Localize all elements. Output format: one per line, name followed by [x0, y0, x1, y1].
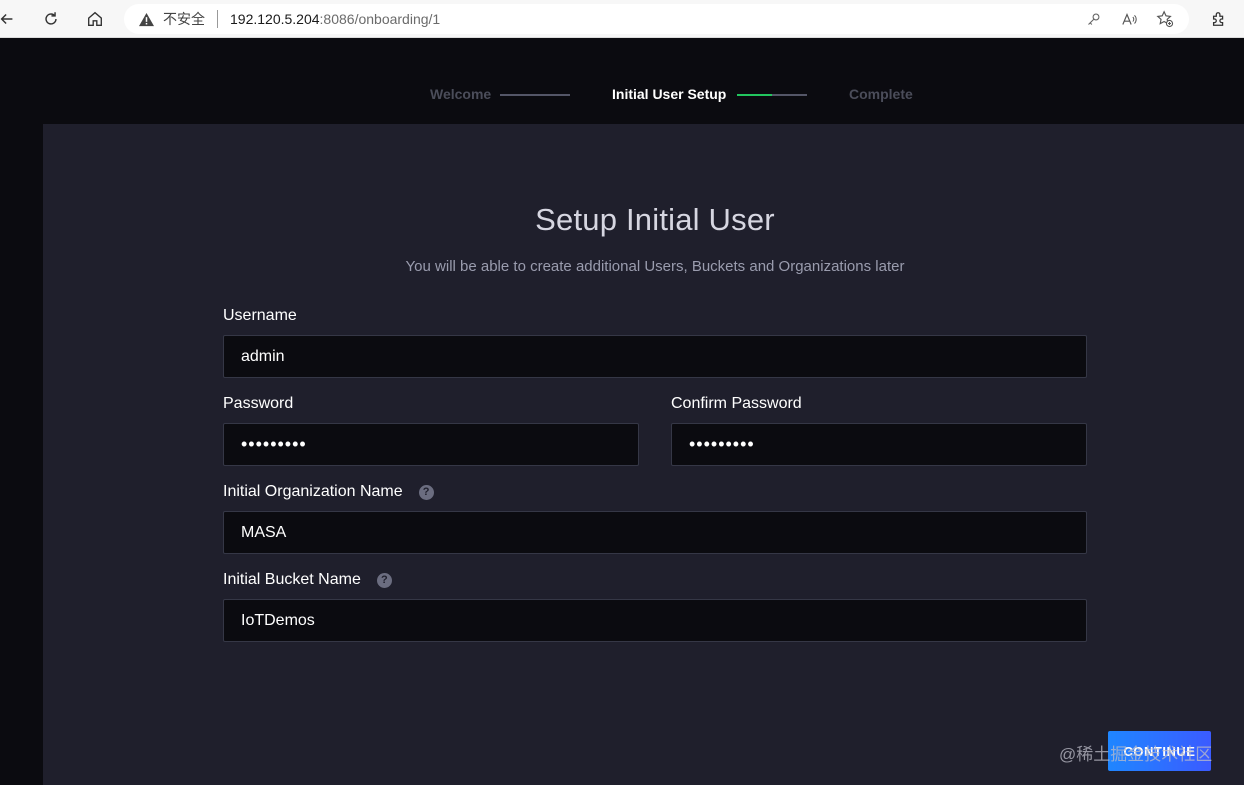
page-title: Setup Initial User: [535, 202, 775, 237]
organization-input[interactable]: MASA: [223, 511, 1087, 554]
organization-label-text: Initial Organization Name: [223, 483, 403, 500]
confirm-password-label: Confirm Password: [671, 395, 802, 413]
step-progress-fill: [737, 94, 772, 96]
extensions-icon[interactable]: [1206, 6, 1232, 32]
step-complete: Complete: [849, 86, 913, 102]
browser-toolbar: 不安全 192.120.5.204:8086/onboarding/1: [0, 0, 1244, 38]
address-divider: [217, 10, 218, 28]
step-connector-2: [737, 94, 807, 96]
username-label-text: Username: [223, 307, 297, 324]
setup-panel: Setup Initial User You will be able to c…: [43, 124, 1244, 785]
username-label: Username: [223, 307, 297, 325]
watermark: @稀土掘金技术社区: [1059, 745, 1213, 764]
read-aloud-icon[interactable]: [1119, 10, 1139, 28]
page-subtitle: You will be able to create additional Us…: [405, 258, 905, 275]
key-icon[interactable]: [1083, 10, 1103, 28]
help-icon[interactable]: ?: [418, 484, 434, 500]
step-welcome[interactable]: Welcome: [430, 86, 491, 102]
url-path: :8086/onboarding/1: [319, 11, 441, 27]
warning-icon: [138, 11, 156, 27]
address-bar[interactable]: 不安全 192.120.5.204:8086/onboarding/1: [124, 4, 1189, 34]
onboarding-app: Welcome Initial User Setup Complete Setu…: [0, 38, 1244, 785]
bucket-label: Initial Bucket Name ?: [223, 571, 392, 589]
url-host: 192.120.5.204: [230, 11, 320, 27]
confirm-password-label-text: Confirm Password: [671, 395, 802, 412]
favorite-icon[interactable]: [1155, 10, 1175, 28]
home-icon[interactable]: [82, 6, 108, 32]
bucket-input[interactable]: IoTDemos: [223, 599, 1087, 642]
step-initial-user-setup[interactable]: Initial User Setup: [612, 86, 726, 102]
confirm-password-input[interactable]: •••••••••: [671, 423, 1087, 466]
back-icon[interactable]: [0, 6, 20, 32]
password-label: Password: [223, 395, 293, 413]
organization-label: Initial Organization Name ?: [223, 483, 434, 501]
help-icon[interactable]: ?: [376, 572, 392, 588]
bucket-label-text: Initial Bucket Name: [223, 571, 361, 588]
step-connector-1: [500, 94, 570, 96]
password-label-text: Password: [223, 395, 294, 412]
username-input[interactable]: admin: [223, 335, 1087, 378]
reload-icon[interactable]: [38, 6, 64, 32]
security-label: 不安全: [163, 11, 205, 27]
password-input[interactable]: •••••••••: [223, 423, 639, 466]
onboarding-stepper: Welcome Initial User Setup Complete: [0, 86, 1244, 106]
